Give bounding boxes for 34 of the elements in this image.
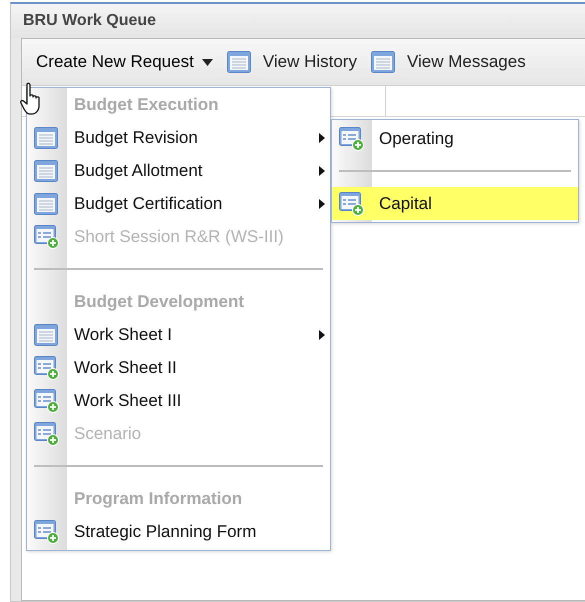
window-title: BRU Work Queue (23, 12, 156, 30)
menu-item[interactable]: Strategic Planning Form (27, 515, 330, 548)
menu-section-heading: Program Information (74, 488, 242, 510)
create-request-dropdown[interactable]: Create New Request (36, 52, 213, 72)
list-icon (370, 51, 395, 73)
form-add-icon (339, 192, 364, 216)
list-icon (34, 324, 58, 346)
submenu-arrow-icon (319, 330, 325, 340)
toolbar-button[interactable]: View Messages (406, 52, 526, 72)
form-add-icon (34, 520, 59, 544)
menu-item[interactable]: Operating (332, 122, 578, 155)
menu-item[interactable]: Work Sheet II (27, 351, 330, 384)
menu-item[interactable]: Work Sheet I (27, 318, 330, 351)
list-icon (34, 126, 58, 148)
menu-item[interactable]: Capital (332, 187, 578, 220)
form-add-icon (339, 126, 364, 150)
menu-item[interactable]: Work Sheet III (27, 384, 330, 417)
menu-section-heading: Budget Execution (74, 94, 219, 116)
submenu-arrow-icon (319, 166, 325, 176)
menu-item[interactable]: Budget Certification (27, 187, 330, 220)
list-icon (226, 51, 251, 73)
form-add-icon (34, 388, 59, 412)
toolbar-button[interactable]: View History (262, 52, 357, 72)
list-icon (34, 192, 58, 214)
menu-section-heading: Budget Development (74, 291, 244, 313)
caret-icon (202, 58, 213, 66)
submenu-arrow-icon (319, 198, 325, 208)
form-add-icon (34, 422, 59, 446)
form-add-icon (34, 356, 59, 380)
menu-item[interactable]: Budget Revision (27, 121, 330, 154)
form-add-icon (34, 224, 59, 248)
menu-item[interactable]: Budget Allotment (27, 154, 330, 187)
list-icon (34, 160, 58, 182)
submenu-arrow-icon (319, 132, 325, 142)
